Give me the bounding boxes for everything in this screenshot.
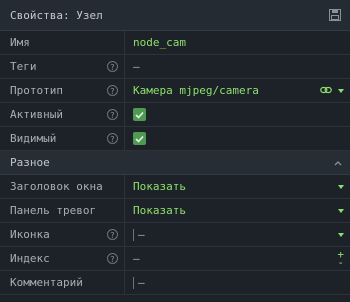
row-comment: Комментарий —: [0, 271, 350, 295]
tags-value: —: [133, 60, 140, 73]
label-text: Индекс: [10, 252, 50, 265]
label-text: Заголовок окна: [10, 180, 103, 193]
row-label: Заголовок окна: [0, 175, 125, 198]
visible-checkbox[interactable]: [133, 132, 146, 145]
text-cursor: [133, 276, 134, 289]
icon-select[interactable]: —: [125, 223, 350, 246]
section-title: Разное: [10, 156, 50, 169]
comment-field: —: [133, 276, 145, 289]
window-title-select[interactable]: Показать: [125, 175, 350, 198]
row-icon: Иконка ? —: [0, 223, 350, 247]
dropdown-caret-icon[interactable]: [338, 88, 344, 93]
row-label: Активный ?: [0, 103, 125, 126]
row-label: Панель тревог: [0, 199, 125, 222]
row-label: Видимый ?: [0, 127, 125, 150]
row-visible: Видимый ?: [0, 127, 350, 151]
row-label: Прототип ?: [0, 79, 125, 102]
row-active: Активный ?: [0, 103, 350, 127]
window-title-value: Показать: [133, 180, 186, 193]
label-text: Теги: [10, 60, 37, 73]
prototype-select[interactable]: Камера mjpeg/camera: [125, 79, 350, 102]
save-icon[interactable]: [328, 8, 342, 22]
row-alarm-panel: Панель тревог Показать: [0, 199, 350, 223]
row-label: Индекс ?: [0, 247, 125, 270]
tags-input[interactable]: —: [125, 55, 350, 78]
text-cursor: [133, 228, 134, 241]
row-name: Имя node_cam: [0, 31, 350, 55]
index-value: —: [133, 252, 140, 265]
index-stepper: + -: [337, 249, 344, 268]
help-icon[interactable]: ?: [107, 253, 118, 264]
prototype-controls: [320, 84, 344, 97]
alarm-panel-value: Показать: [133, 204, 186, 217]
chevron-up-icon[interactable]: [334, 159, 342, 167]
comment-value: —: [138, 276, 145, 289]
label-text: Иконка: [10, 228, 50, 241]
label-text: Комментарий: [10, 276, 83, 289]
row-window-title: Заголовок окна Показать: [0, 175, 350, 199]
name-input[interactable]: node_cam: [125, 31, 350, 54]
row-label: Теги ?: [0, 55, 125, 78]
decrement-button[interactable]: -: [337, 257, 344, 268]
row-label: Комментарий: [0, 271, 125, 294]
panel-header: Свойства: Узел: [0, 0, 350, 31]
label-text: Имя: [10, 36, 30, 49]
row-label: Иконка ?: [0, 223, 125, 246]
panel-title: Свойства: Узел: [10, 8, 103, 22]
icon-value: —: [138, 228, 145, 241]
active-checkbox[interactable]: [133, 108, 146, 121]
alarm-panel-select[interactable]: Показать: [125, 199, 350, 222]
row-label: Имя: [0, 31, 125, 54]
section-misc[interactable]: Разное: [0, 151, 350, 175]
prototype-value: Камера mjpeg/camera: [133, 84, 259, 97]
dropdown-caret-icon[interactable]: [338, 184, 344, 189]
icon-input: —: [133, 228, 145, 241]
name-value: node_cam: [133, 36, 186, 49]
dropdown-caret-icon[interactable]: [338, 232, 344, 237]
comment-input[interactable]: —: [125, 271, 350, 294]
index-input[interactable]: — + -: [125, 247, 350, 270]
help-icon[interactable]: ?: [107, 109, 118, 120]
row-index: Индекс ? — + -: [0, 247, 350, 271]
help-icon[interactable]: ?: [107, 229, 118, 240]
help-icon[interactable]: ?: [107, 133, 118, 144]
active-cell: [125, 103, 350, 126]
dropdown-caret-icon[interactable]: [338, 208, 344, 213]
label-text: Активный: [10, 108, 63, 121]
help-icon[interactable]: ?: [107, 85, 118, 96]
link-icon[interactable]: [320, 84, 332, 97]
label-text: Видимый: [10, 132, 57, 145]
visible-cell: [125, 127, 350, 150]
help-icon[interactable]: ?: [107, 61, 118, 72]
properties-panel: Свойства: Узел Имя node_cam Теги ? — Про…: [0, 0, 350, 302]
row-tags: Теги ? —: [0, 55, 350, 79]
label-text: Прототип: [10, 84, 63, 97]
row-prototype: Прототип ? Камера mjpeg/camera: [0, 79, 350, 103]
label-text: Панель тревог: [10, 204, 97, 217]
